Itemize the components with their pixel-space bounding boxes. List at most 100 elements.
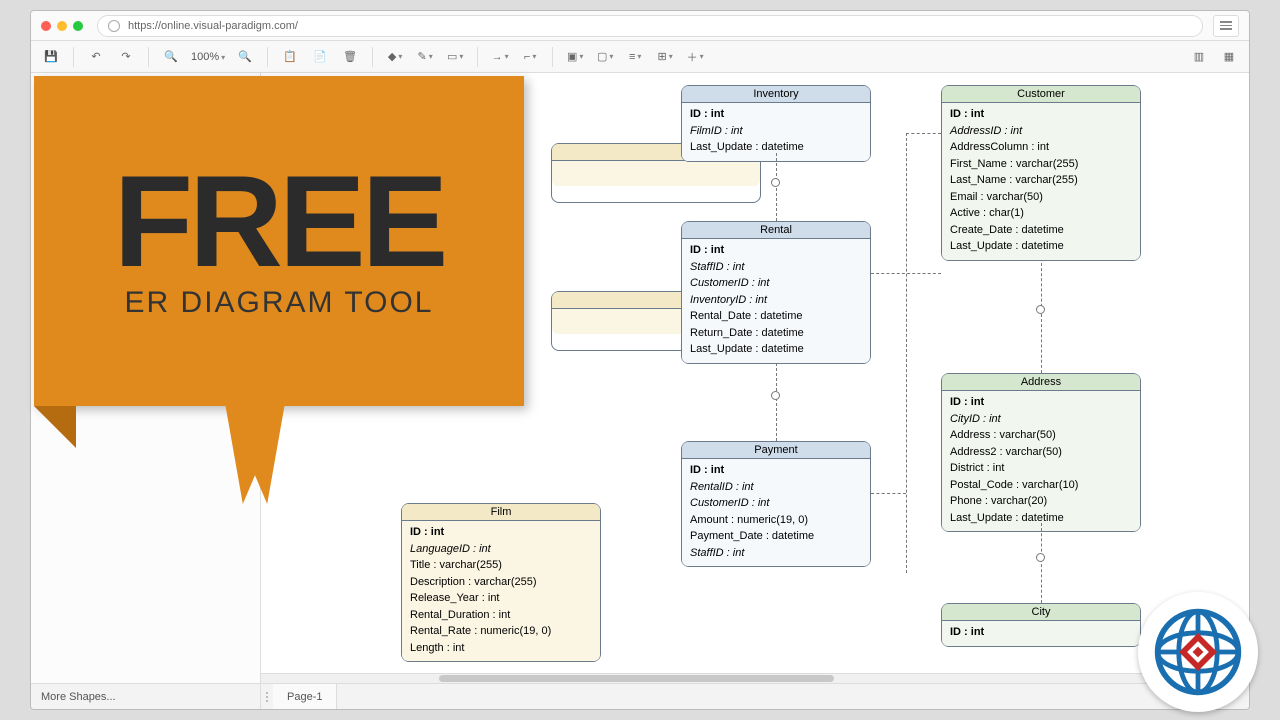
search-input[interactable]: Se [37, 79, 87, 101]
entity-attribute: Last_Name : varchar(255) [950, 172, 1132, 189]
entity-attribute: Release_Year : int [410, 590, 592, 607]
entity-attribute: ID : int [950, 394, 1132, 411]
connector [871, 493, 906, 494]
zoom-level[interactable]: 100% [189, 51, 227, 63]
connector [906, 133, 941, 134]
to-front-icon[interactable]: ▣ [563, 45, 587, 69]
resize-grip-icon[interactable] [261, 692, 273, 702]
minimize-icon[interactable] [57, 21, 67, 31]
waypoint-icon[interactable]: ⌐ [518, 45, 542, 69]
entity-inventory[interactable]: Inventory ID : intFilmID : intLast_Updat… [681, 85, 871, 162]
entity-title: Film [402, 504, 600, 521]
app-window: https://online.visual-paradigm.com/ 💾 ↶ … [30, 10, 1250, 710]
entity-attribute: Description : varchar(255) [410, 574, 592, 591]
copy-icon[interactable]: 📋 [278, 45, 302, 69]
browser-bar: https://online.visual-paradigm.com/ [31, 11, 1249, 41]
scrollbar-thumb[interactable] [439, 675, 834, 682]
hamburger-menu-icon[interactable] [1213, 15, 1239, 37]
diagram-canvas[interactable]: Film ID : intLanguageID : intTitle : var… [261, 73, 1249, 683]
entity-attribute: Phone : varchar(20) [950, 493, 1132, 510]
entity-customer[interactable]: Customer ID : intAddressID : intAddressC… [941, 85, 1141, 261]
entity-attribute: StaffID : int [690, 545, 862, 562]
entity-attribute: Rental_Rate : numeric(19, 0) [410, 623, 592, 640]
line-color-icon[interactable]: ✎ [413, 45, 437, 69]
brand-logo [1138, 592, 1258, 712]
page-tab[interactable]: Page-1 [273, 684, 337, 709]
entity-title: Payment [682, 442, 870, 459]
entity-attribute: AddressColumn : int [950, 139, 1132, 156]
entity-attribute: AddressID : int [950, 123, 1132, 140]
search-placeholder: Se [44, 84, 57, 96]
entity-attribute: CustomerID : int [690, 275, 862, 292]
entity-title: Inventory [682, 86, 870, 103]
entity-attribute: Return_Date : datetime [690, 325, 862, 342]
zoom-out-icon[interactable]: 🔍 [159, 45, 183, 69]
connector [906, 133, 907, 573]
relationship-ring-icon [771, 391, 780, 400]
horizontal-scrollbar[interactable] [261, 673, 1249, 683]
zoom-in-icon[interactable]: 🔍 [233, 45, 257, 69]
entity-attribute: CustomerID : int [690, 495, 862, 512]
entity-attribute: Rental_Date : datetime [690, 308, 862, 325]
entity-attribute: ID : int [690, 242, 862, 259]
fill-color-icon[interactable]: ◆ [383, 45, 407, 69]
format-panel-icon[interactable]: ▦ [1217, 45, 1241, 69]
entity-attribute: CityID : int [950, 411, 1132, 428]
entity-attribute: ID : int [950, 106, 1132, 123]
entity-attribute: Postal_Code : varchar(10) [950, 477, 1132, 494]
toolbar: 💾 ↶ ↷ 🔍 100% 🔍 📋 📄 🗑 ◆ ✎ ▭ → ⌐ ▣ ▢ ≡ ⊞ ＋… [31, 41, 1249, 73]
entity-attribute: Address : varchar(50) [950, 427, 1132, 444]
entity-title: City [942, 604, 1140, 621]
paste-icon[interactable]: 📄 [308, 45, 332, 69]
entity-attribute: FilmID : int [690, 123, 862, 140]
globe-logo-icon [1150, 604, 1246, 700]
distribute-icon[interactable]: ⊞ [653, 45, 677, 69]
entity-attribute: Amount : numeric(19, 0) [690, 512, 862, 529]
entity-title: Rental [682, 222, 870, 239]
connector [1041, 263, 1042, 373]
redo-icon[interactable]: ↷ [114, 45, 138, 69]
entity-shape-yellow[interactable] [41, 129, 71, 143]
shadow-icon[interactable]: ▭ [443, 45, 467, 69]
window-controls[interactable] [41, 21, 83, 31]
relationship-ring-icon [1036, 305, 1045, 314]
undo-icon[interactable]: ↶ [84, 45, 108, 69]
sidebar: Se En [31, 73, 261, 683]
entity-title: Address [942, 374, 1140, 391]
entity-film[interactable]: Film ID : intLanguageID : intTitle : var… [401, 503, 601, 662]
entity-attribute: Last_Update : datetime [950, 238, 1132, 255]
connector [1041, 523, 1042, 603]
entity-attribute: ID : int [690, 106, 862, 123]
entity-address[interactable]: Address ID : intCityID : intAddress : va… [941, 373, 1141, 532]
to-back-icon[interactable]: ▢ [593, 45, 617, 69]
entity-shape-green[interactable] [41, 147, 71, 161]
more-shapes-button[interactable]: More Shapes... [31, 684, 261, 709]
align-icon[interactable]: ≡ [623, 45, 647, 69]
delete-icon[interactable]: 🗑 [338, 45, 362, 69]
url-text: https://online.visual-paradigm.com/ [128, 20, 298, 32]
entity-rental[interactable]: Rental ID : intStaffID : intCustomerID :… [681, 221, 871, 364]
entity-payment[interactable]: Payment ID : intRentalID : intCustomerID… [681, 441, 871, 567]
entity-attribute: Title : varchar(255) [410, 557, 592, 574]
relationship-ring-icon [771, 178, 780, 187]
entity-attribute: InventoryID : int [690, 292, 862, 309]
address-bar[interactable]: https://online.visual-paradigm.com/ [97, 15, 1203, 37]
connector [776, 363, 777, 441]
entity-attribute: ID : int [410, 524, 592, 541]
save-icon[interactable]: 💾 [39, 45, 63, 69]
maximize-icon[interactable] [73, 21, 83, 31]
close-icon[interactable] [41, 21, 51, 31]
shape-category-header[interactable]: En [37, 107, 254, 127]
entity-attribute: ID : int [690, 462, 862, 479]
connector-style-icon[interactable]: → [488, 45, 512, 69]
entity-attribute: RentalID : int [690, 479, 862, 496]
connector [776, 153, 777, 221]
entity-attribute: Last_Update : datetime [690, 341, 862, 358]
entity-attribute: Rental_Duration : int [410, 607, 592, 624]
entity-attribute: First_Name : varchar(255) [950, 156, 1132, 173]
add-icon[interactable]: ＋ [683, 45, 707, 69]
outline-panel-icon[interactable]: ▥ [1187, 45, 1211, 69]
site-info-icon [108, 20, 120, 32]
entity-attribute: District : int [950, 460, 1132, 477]
entity-city[interactable]: City ID : int [941, 603, 1141, 647]
